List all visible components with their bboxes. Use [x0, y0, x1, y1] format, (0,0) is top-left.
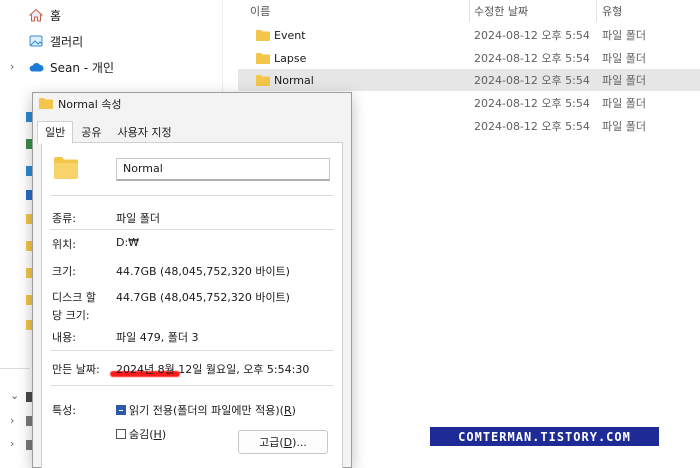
folder-icon — [39, 98, 53, 110]
created-label: 만든 날짜: — [52, 363, 100, 376]
file-type: 파일 폴더 — [602, 97, 646, 110]
tab-customize[interactable]: 사용자 지정 — [110, 121, 180, 144]
file-date: 2024-08-12 오후 5:54 — [474, 74, 590, 87]
chevron-right-icon[interactable]: › — [10, 60, 14, 73]
nav-item-onedrive[interactable]: Sean - 개인 — [28, 56, 114, 78]
nav-item-home[interactable]: 홈 — [28, 4, 61, 26]
tab-general[interactable]: 일반 — [37, 121, 74, 144]
type-label: 종류: — [52, 212, 76, 225]
column-separator[interactable] — [596, 0, 597, 22]
column-header-type[interactable]: 유형 — [602, 0, 622, 22]
column-header-name[interactable]: 이름 — [250, 0, 270, 22]
advanced-button[interactable]: 고급(D)... — [238, 430, 328, 454]
folder-icon — [256, 52, 270, 64]
list-item[interactable]: Lapse 2024-08-12 오후 5:54 파일 폴더 — [238, 47, 700, 69]
column-header-date[interactable]: 수정한 날짜 — [474, 0, 528, 22]
divider — [50, 195, 334, 196]
file-date: 2024-08-12 오후 5:54 — [474, 29, 590, 42]
size-value: 44.7GB (48,045,752,320 바이트) — [116, 265, 290, 278]
folder-icon — [256, 74, 270, 86]
properties-dialog: Normal 속성 일반 공유 사용자 지정 Normal 종류: 파일 폴더 … — [32, 92, 352, 468]
list-item-selected[interactable]: Normal 2024-08-12 오후 5:54 파일 폴더 — [238, 69, 700, 91]
chevron-down-icon[interactable]: ⌄ — [10, 389, 19, 402]
file-name: Event — [274, 28, 306, 42]
type-value: 파일 폴더 — [116, 212, 160, 225]
file-type: 파일 폴더 — [602, 120, 646, 133]
size-label: 크기: — [52, 265, 76, 278]
readonly-label: 읽기 전용(폴더의 파일에만 적용) — [129, 404, 280, 417]
general-panel: Normal 종류: 파일 폴더 위치: D:₩ 크기: 44.7GB (48,… — [41, 142, 343, 468]
dialog-title: Normal 속성 — [58, 98, 122, 111]
folder-icon — [256, 29, 270, 41]
tab-sharing[interactable]: 공유 — [73, 121, 109, 144]
file-date: 2024-08-12 오후 5:54 — [474, 52, 590, 65]
nav-item-label: 갤러리 — [50, 34, 84, 49]
divider — [50, 385, 334, 386]
disk-size-label: 디스크 할 당 크기: — [52, 291, 96, 322]
cloud-icon — [28, 59, 44, 75]
location-label: 위치: — [52, 238, 76, 251]
readonly-checkbox[interactable]: 읽기 전용(폴더의 파일에만 적용)(R) — [116, 402, 296, 418]
created-value: 2024년 8월 12일 월요일, 오후 5:54:30 — [116, 363, 310, 376]
contents-value: 파일 479, 폴더 3 — [116, 331, 199, 344]
dialog-tabs: 일반 공유 사용자 지정 — [37, 121, 180, 144]
file-name: Lapse — [274, 51, 307, 65]
hidden-label: 숨김 — [129, 428, 150, 441]
nav-divider — [0, 368, 30, 369]
file-date: 2024-08-12 오후 5:54 — [474, 97, 590, 110]
checkbox-indeterminate[interactable] — [116, 405, 126, 415]
checkbox-unchecked[interactable] — [116, 429, 126, 439]
location-value: D:₩ — [116, 236, 140, 249]
nav-item-label: 홈 — [50, 8, 62, 23]
file-type: 파일 폴더 — [602, 74, 646, 87]
attributes-label: 특성: — [52, 404, 76, 417]
nav-item-label: Sean - 개인 — [50, 60, 114, 75]
column-separator[interactable] — [469, 0, 470, 22]
file-type: 파일 폴더 — [602, 52, 646, 65]
dialog-title-bar[interactable]: Normal 속성 — [33, 93, 351, 115]
gallery-icon — [28, 33, 44, 49]
nav-item-gallery[interactable]: 갤러리 — [28, 30, 83, 52]
folder-icon — [54, 157, 78, 182]
file-type: 파일 폴더 — [602, 29, 646, 42]
divider — [50, 350, 334, 351]
divider — [50, 229, 334, 230]
watermark-banner: COMTERMAN.TISTORY.COM — [430, 427, 659, 446]
contents-label: 내용: — [52, 331, 76, 344]
folder-name-input[interactable]: Normal — [116, 158, 330, 181]
list-item[interactable]: Event 2024-08-12 오후 5:54 파일 폴더 — [238, 24, 700, 46]
file-date: 2024-08-12 오후 5:54 — [474, 120, 590, 133]
disk-size-value: 44.7GB (48,045,752,320 바이트) — [116, 291, 290, 304]
hidden-checkbox[interactable]: 숨김(H) — [116, 426, 166, 442]
home-icon — [28, 7, 44, 23]
file-name: Normal — [274, 73, 314, 87]
chevron-right-icon[interactable]: › — [10, 437, 14, 450]
chevron-right-icon[interactable]: › — [10, 414, 14, 427]
